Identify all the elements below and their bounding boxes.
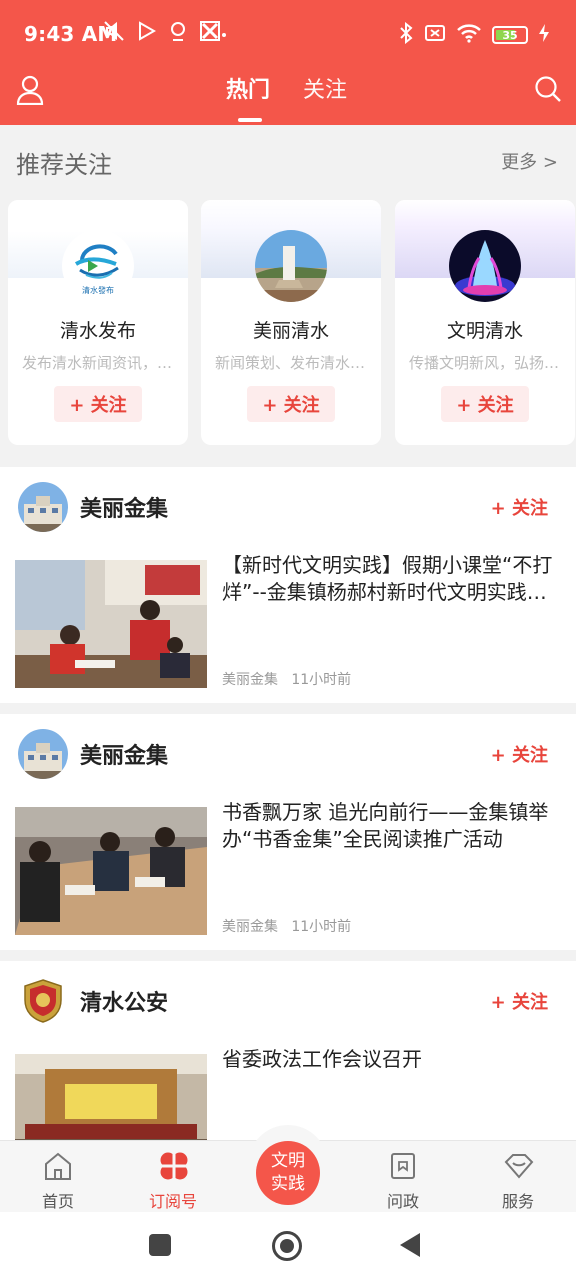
- center-label-line2: 实践: [271, 1174, 305, 1194]
- recommend-header: 推荐关注 更多 >: [0, 125, 576, 195]
- article-thumbnail[interactable]: [15, 807, 207, 935]
- question-icon: [389, 1151, 417, 1181]
- avatar[interactable]: [18, 729, 68, 779]
- account-name[interactable]: 美丽金集: [80, 738, 168, 770]
- recommend-card[interactable]: 清水發布 清水发布 发布清水新闻资讯，传播正能量 + 关注: [8, 200, 188, 445]
- location-icon: [167, 20, 189, 42]
- sim-off-icon: [424, 23, 446, 47]
- user-icon[interactable]: [16, 75, 44, 106]
- follow-button[interactable]: + 关注: [491, 494, 548, 520]
- app-notification-icon: [199, 20, 221, 42]
- tab-indicator: [238, 118, 262, 122]
- tab-label: 订阅号: [148, 1192, 197, 1211]
- bluetooth-icon: [398, 21, 414, 48]
- article-title[interactable]: 省委政法工作会议召开: [222, 1046, 562, 1073]
- article-title[interactable]: 【新时代文明实践】假期小课堂“不打烊”--金集镇杨郝村新时代文明实践站开展假期课…: [222, 552, 562, 606]
- tab-subscriptions[interactable]: 订阅号: [128, 1141, 218, 1213]
- avatar[interactable]: [18, 482, 68, 532]
- tab-label: 问政: [386, 1192, 419, 1211]
- more-link[interactable]: 更多 >: [501, 148, 558, 174]
- recents-button[interactable]: [149, 1234, 171, 1256]
- avatar: 清水發布: [62, 230, 134, 302]
- article-source: 美丽金集: [222, 919, 278, 935]
- article-title[interactable]: 书香飘万家 追光向前行——金集镇举办“书香金集”全民阅读推广活动: [222, 799, 562, 853]
- system-navigation-bar: [0, 1212, 576, 1280]
- top-nav: 热门 关注: [0, 70, 576, 125]
- center-label-line1: 文明: [271, 1151, 305, 1171]
- tab-label: 服务: [501, 1192, 534, 1211]
- avatar: [449, 230, 521, 302]
- feed-item[interactable]: 美丽金集 + 关注 【新时代文明实践】假期小课堂“不打烊”--金集镇杨郝村新时代…: [0, 467, 576, 703]
- service-icon: [504, 1151, 534, 1181]
- article-time: 11小时前: [291, 672, 352, 688]
- article-thumbnail[interactable]: [15, 1054, 207, 1141]
- battery-icon: 35: [492, 26, 528, 44]
- avatar[interactable]: [18, 976, 68, 1026]
- charging-icon: [538, 23, 550, 47]
- follow-button[interactable]: + 关注: [247, 386, 335, 422]
- feed-item[interactable]: 美丽金集 + 关注 书香飘万家 追光向前行——金集镇举办“书香金集”全民阅读推广…: [0, 714, 576, 950]
- tab-inquiry[interactable]: 问政: [358, 1141, 448, 1213]
- follow-button[interactable]: + 关注: [441, 386, 529, 422]
- card-name: 文明清水: [446, 320, 523, 342]
- status-bar: 9:43 AM 35: [0, 0, 576, 70]
- tab-services[interactable]: 服务: [473, 1141, 563, 1213]
- logo-text: 清水發布: [82, 285, 114, 295]
- card-name: 美丽清水: [252, 320, 329, 342]
- card-name: 清水发布: [59, 320, 136, 342]
- article-meta: 美丽金集 11小时前: [222, 669, 351, 689]
- article-time: 11小时前: [291, 919, 352, 935]
- recommend-card[interactable]: 美丽清水 新闻策划、发布清水资讯 + 关注: [201, 200, 381, 445]
- subscription-icon: [159, 1151, 189, 1181]
- card-desc: 传播文明新风，弘扬正能量: [409, 354, 561, 372]
- search-icon[interactable]: [534, 75, 562, 103]
- avatar: [255, 230, 327, 302]
- card-desc: 发布清水新闻资讯，传播正能量: [22, 354, 174, 372]
- tab-follow[interactable]: 关注: [303, 72, 347, 104]
- follow-button[interactable]: + 关注: [491, 988, 548, 1014]
- follow-button[interactable]: + 关注: [54, 386, 142, 422]
- article-meta: 美丽金集 11小时前: [222, 916, 351, 936]
- status-notification-icons: [103, 20, 221, 42]
- battery-level: 35: [502, 28, 518, 42]
- tab-label: 首页: [41, 1192, 74, 1211]
- status-system-icons: 35: [398, 21, 550, 48]
- tab-hot[interactable]: 热门: [226, 72, 270, 104]
- recommend-title: 推荐关注: [16, 151, 112, 179]
- status-dot: [222, 33, 226, 37]
- recommend-card[interactable]: 文明清水 传播文明新风，弘扬正能量 + 关注: [395, 200, 575, 445]
- article-thumbnail[interactable]: [15, 560, 207, 688]
- feed-item[interactable]: 清水公安 + 关注 省委政法工作会议召开: [0, 961, 576, 1141]
- account-name[interactable]: 清水公安: [80, 985, 168, 1017]
- app-header: 9:43 AM 35 热门 关注: [0, 0, 576, 125]
- card-desc: 新闻策划、发布清水资讯: [215, 354, 367, 372]
- home-button[interactable]: [272, 1231, 302, 1261]
- mute-icon: [103, 20, 125, 42]
- follow-button[interactable]: + 关注: [491, 741, 548, 767]
- civilization-practice-button[interactable]: 文明 实践: [256, 1141, 320, 1205]
- play-icon: [135, 20, 157, 42]
- tab-home[interactable]: 首页: [13, 1141, 103, 1213]
- article-source: 美丽金集: [222, 672, 278, 688]
- back-button[interactable]: [400, 1233, 420, 1257]
- home-icon: [44, 1151, 72, 1181]
- account-name[interactable]: 美丽金集: [80, 491, 168, 523]
- wifi-icon: [456, 23, 482, 47]
